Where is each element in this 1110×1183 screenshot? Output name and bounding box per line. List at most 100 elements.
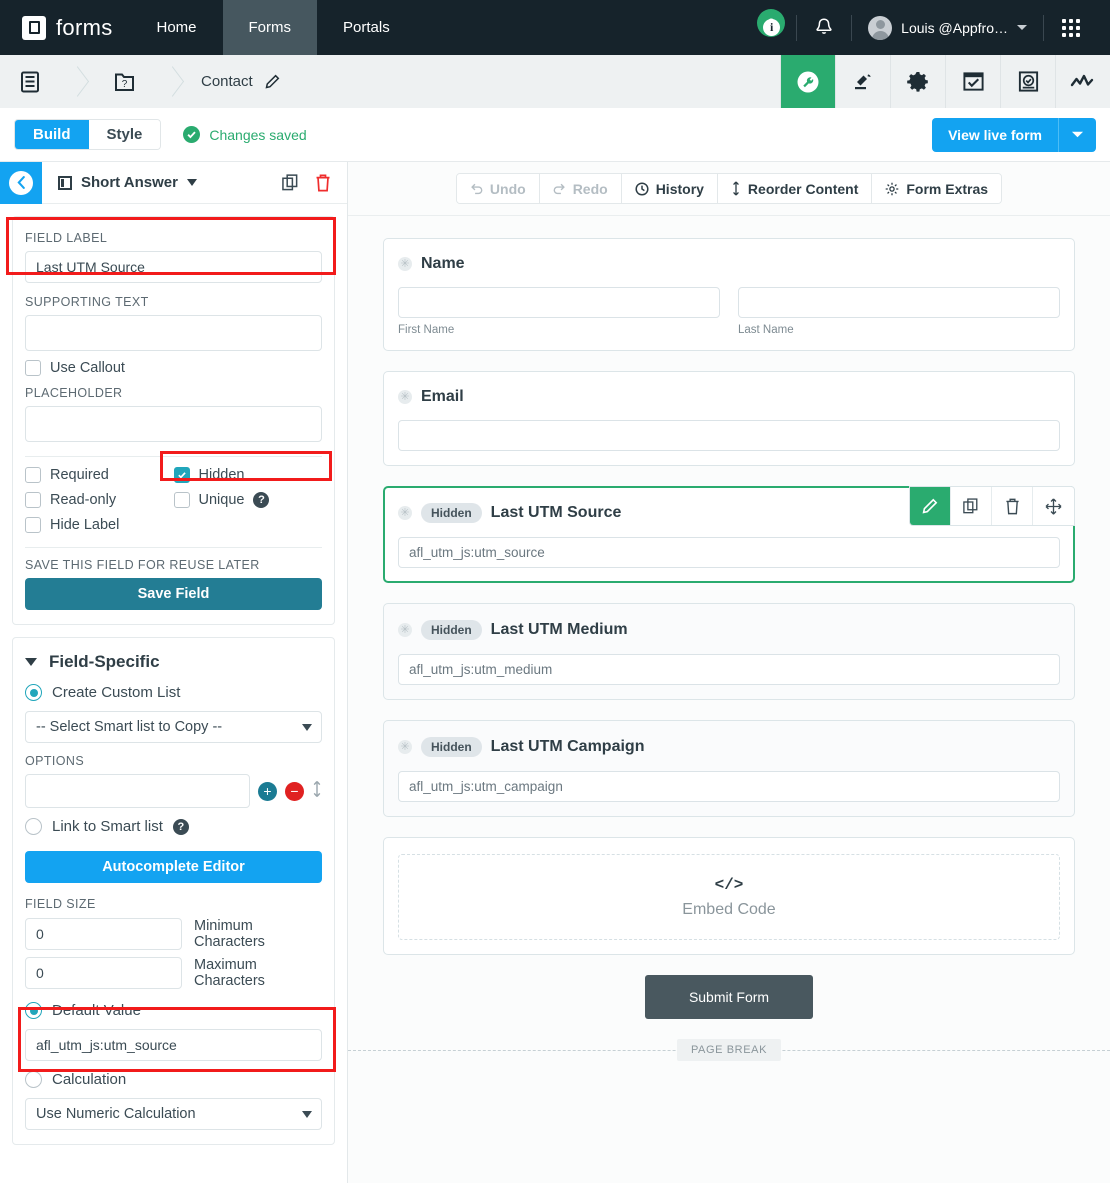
- min-chars-input[interactable]: [25, 918, 182, 950]
- unique-row[interactable]: Unique ?: [173, 492, 323, 508]
- field-basics-card: FIELD LABEL SUPPORTING TEXT Use Callout …: [12, 216, 335, 625]
- unique-checkbox[interactable]: [173, 492, 190, 508]
- move-field-icon[interactable]: [1033, 487, 1074, 525]
- last-utm-campaign-input[interactable]: [398, 771, 1060, 802]
- first-name-input[interactable]: [398, 287, 720, 318]
- smart-list-copy-select[interactable]: -- Select Smart list to Copy --: [25, 711, 322, 743]
- readonly-row[interactable]: Read-only: [25, 492, 174, 508]
- form-field-email[interactable]: ✳ Email: [383, 371, 1075, 466]
- form-field-last-utm-campaign[interactable]: ✳ Hidden Last UTM Campaign: [383, 720, 1075, 817]
- link-smart-list-radio[interactable]: [25, 818, 42, 835]
- forms-logo-icon: [22, 15, 46, 40]
- edit-field-icon[interactable]: [910, 487, 951, 525]
- reorder-content-button[interactable]: Reorder Content: [717, 174, 873, 203]
- tool-notifications-window[interactable]: [945, 55, 1000, 108]
- back-button[interactable]: [0, 162, 42, 204]
- reorder-option-icon[interactable]: [312, 780, 322, 803]
- hidden-row[interactable]: Hidden: [173, 467, 323, 483]
- calculation-radio[interactable]: [25, 1071, 42, 1088]
- add-option-icon[interactable]: +: [258, 781, 277, 801]
- field-label-input[interactable]: [25, 251, 322, 283]
- view-live-form-button[interactable]: View live form: [932, 117, 1058, 152]
- form-extras-label: Form Extras: [906, 180, 989, 197]
- tab-build[interactable]: Build: [15, 120, 89, 149]
- breadcrumb-bar: ? Contact: [0, 55, 1110, 108]
- hide-label-row[interactable]: Hide Label: [25, 517, 174, 533]
- nav-right-group: 2 i Louis @Appfro…: [755, 0, 1110, 55]
- default-value-input[interactable]: [25, 1029, 322, 1061]
- undo-button[interactable]: Undo: [456, 174, 540, 203]
- remove-option-icon[interactable]: −: [285, 781, 304, 801]
- default-value-radio[interactable]: [25, 1002, 42, 1019]
- unique-help-icon[interactable]: ?: [253, 492, 270, 508]
- required-checkbox[interactable]: [25, 467, 41, 483]
- tab-style[interactable]: Style: [88, 120, 161, 149]
- link-smart-list-row[interactable]: Link to Smart list ?: [25, 818, 322, 835]
- calculation-row[interactable]: Calculation: [25, 1071, 322, 1088]
- notifications-info-group[interactable]: 2 i: [755, 9, 792, 37]
- svg-text:?: ?: [122, 79, 128, 90]
- brand-logo-group[interactable]: forms: [0, 0, 131, 55]
- use-callout-row[interactable]: Use Callout: [25, 360, 322, 376]
- hidden-checkbox[interactable]: [173, 467, 190, 483]
- first-name-group: First Name: [398, 287, 720, 336]
- bell-icon[interactable]: [801, 18, 847, 37]
- create-custom-list-row[interactable]: Create Custom List: [25, 684, 322, 701]
- email-input[interactable]: [398, 420, 1060, 451]
- form-field-embed-code[interactable]: </> Embed Code: [383, 837, 1075, 955]
- option-input[interactable]: [25, 774, 250, 808]
- nav-link-home[interactable]: Home: [131, 0, 223, 55]
- last-utm-source-input[interactable]: [398, 537, 1060, 568]
- tool-approvals-doc[interactable]: [1000, 55, 1055, 108]
- user-menu[interactable]: Louis @Appfro…: [856, 15, 1039, 40]
- required-row[interactable]: Required: [25, 467, 174, 483]
- view-live-form-dropdown[interactable]: [1058, 117, 1096, 152]
- create-custom-list-radio[interactable]: [25, 684, 42, 701]
- required-asterisk-icon: ✳: [398, 390, 412, 404]
- link-smart-list-help-icon[interactable]: ?: [172, 818, 189, 835]
- delete-field-icon[interactable]: [315, 174, 331, 192]
- embed-code-dropzone: </> Embed Code: [398, 854, 1060, 940]
- duplicate-field-icon[interactable]: [951, 487, 992, 525]
- save-field-button[interactable]: Save Field: [25, 578, 322, 610]
- tool-build-wrench[interactable]: [780, 55, 835, 108]
- tool-theme-pen[interactable]: [835, 55, 890, 108]
- delete-field-icon[interactable]: [992, 487, 1033, 525]
- autocomplete-editor-button[interactable]: Autocomplete Editor: [25, 851, 322, 883]
- field-type-selector[interactable]: Short Answer: [42, 174, 197, 191]
- breadcrumb-forms-list[interactable]: [0, 55, 60, 108]
- form-field-last-utm-medium[interactable]: ✳ Hidden Last UTM Medium: [383, 603, 1075, 700]
- history-button[interactable]: History: [621, 174, 718, 203]
- redo-button[interactable]: Redo: [539, 174, 622, 203]
- app-switcher-icon[interactable]: [1048, 18, 1094, 37]
- edit-pencil-icon[interactable]: [265, 74, 280, 89]
- form-field-name[interactable]: ✳ Name First Name Last Name: [383, 238, 1075, 351]
- hidden-badge: Hidden: [421, 503, 482, 523]
- duplicate-field-icon[interactable]: [282, 174, 299, 191]
- undo-label: Undo: [489, 180, 526, 197]
- submit-form-button[interactable]: Submit Form: [644, 975, 814, 1019]
- hide-label-checkbox[interactable]: [25, 517, 41, 533]
- last-name-input[interactable]: [738, 287, 1060, 318]
- submit-row: Submit Form: [383, 975, 1075, 1019]
- calculation-select[interactable]: Use Numeric Calculation: [25, 1098, 322, 1130]
- placeholder-input[interactable]: [25, 406, 322, 442]
- nav-link-portals[interactable]: Portals: [317, 0, 416, 55]
- form-field-last-utm-source[interactable]: ✳ Hidden Last UTM Source: [383, 486, 1075, 583]
- field-specific-header[interactable]: Field-Specific: [25, 652, 322, 672]
- breadcrumb-folder[interactable]: ?: [94, 55, 155, 108]
- use-callout-checkbox[interactable]: [25, 360, 41, 376]
- form-extras-button[interactable]: Form Extras: [872, 174, 1002, 203]
- field-title: Last UTM Source: [490, 504, 622, 521]
- required-asterisk-icon: ✳: [398, 506, 412, 520]
- max-chars-input[interactable]: [25, 957, 182, 989]
- last-utm-medium-input[interactable]: [398, 654, 1060, 685]
- user-name-label: Louis @Appfro…: [901, 19, 1008, 36]
- tool-analytics[interactable]: [1055, 55, 1110, 108]
- nav-link-forms[interactable]: Forms: [222, 0, 318, 55]
- default-value-row[interactable]: Default Value: [25, 1002, 322, 1019]
- tool-settings-gear[interactable]: [890, 55, 945, 108]
- readonly-checkbox[interactable]: [25, 492, 41, 508]
- supporting-text-input[interactable]: [25, 315, 322, 351]
- embed-code-label: Embed Code: [682, 900, 776, 918]
